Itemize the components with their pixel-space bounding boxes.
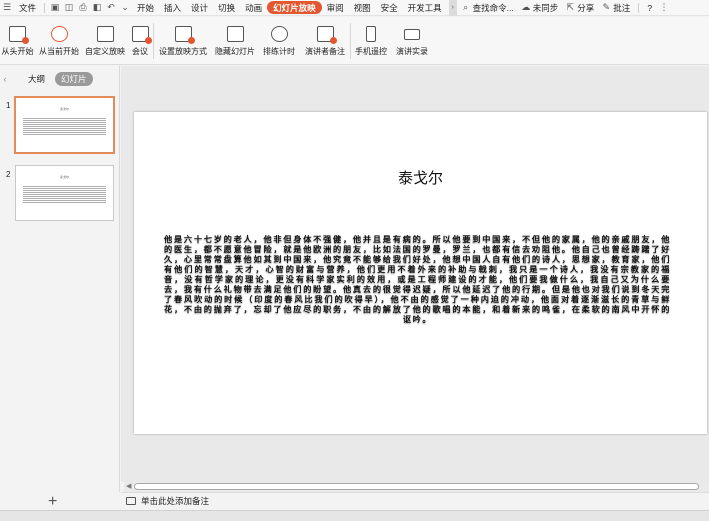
status-bar xyxy=(0,510,709,521)
hide-slide-button[interactable]: 隐藏幻灯片 xyxy=(212,17,258,65)
play-current-label: 从当前开始 xyxy=(39,47,79,56)
hide-slide-label: 隐藏幻灯片 xyxy=(215,47,255,56)
slide-number: 1 xyxy=(6,101,11,110)
setup-show-icon xyxy=(174,26,195,44)
tab-outline[interactable]: 大纲 xyxy=(22,72,51,86)
thumbnail-text xyxy=(23,186,106,203)
play-from-start-label: 从头开始 xyxy=(1,47,34,56)
undo-icon[interactable]: ↶ xyxy=(104,0,118,16)
tab-design[interactable]: 设计 xyxy=(186,0,213,16)
thumbnail-text xyxy=(23,118,106,135)
slide-canvas[interactable]: 泰戈尔 他是六十七岁的老人，他非但身体不强健，他并且是有病的。所以他要到中国来，… xyxy=(134,112,707,434)
collapse-panel-icon[interactable]: ‹ xyxy=(0,74,10,84)
tab-insert[interactable]: 插入 xyxy=(159,0,186,16)
menubar-right: ⌕ 查找命令... ☁ 未同步 ⇱ 分享 ✎ 批注 ? ⋮ xyxy=(459,0,671,16)
notes-pane[interactable]: 单击此处添加备注 xyxy=(121,492,709,509)
tab-transition[interactable]: 切换 xyxy=(213,0,240,16)
scroll-left-icon[interactable]: ◀ xyxy=(126,482,131,490)
help-button[interactable]: ? xyxy=(642,0,657,16)
export-pdf-icon[interactable]: ◫ xyxy=(62,0,76,16)
record-label: 演讲实录 xyxy=(396,47,428,56)
thumbnail-title: 泰戈尔 xyxy=(59,107,69,111)
speaker-notes-label: 演讲者备注 xyxy=(305,47,345,56)
slide-thumbnail-1[interactable]: 泰戈尔 xyxy=(14,96,115,154)
sync-status[interactable]: 未同步 xyxy=(533,0,564,16)
tab-review[interactable]: 审阅 xyxy=(322,0,349,16)
tabs-scroll-right-icon[interactable]: › xyxy=(448,0,457,16)
play-from-start-icon xyxy=(9,26,29,44)
meeting-button[interactable]: 会议 xyxy=(127,17,153,65)
slide-title[interactable]: 泰戈尔 xyxy=(134,167,707,188)
tab-slides[interactable]: 幻灯片 xyxy=(55,72,93,86)
setup-show-button[interactable]: 设置放映方式 xyxy=(154,17,212,65)
share-icon: ⇱ xyxy=(566,2,575,12)
notes-icon xyxy=(126,497,136,505)
add-slide-button[interactable]: + xyxy=(48,493,57,511)
tab-slideshow[interactable]: 幻灯片放映 xyxy=(267,1,322,14)
setup-show-label: 设置放映方式 xyxy=(159,47,207,56)
custom-show-label: 自定义放映 xyxy=(85,47,125,56)
phone-remote-button[interactable]: 手机遥控 xyxy=(351,17,391,65)
rehearse-timing-icon xyxy=(270,26,288,42)
more-options-icon[interactable]: ⋮ xyxy=(657,0,671,16)
save-icon[interactable]: ▣ xyxy=(48,0,62,16)
play-from-start-button[interactable]: 从头开始 xyxy=(0,17,35,65)
more-quick-icon[interactable]: ⌄ xyxy=(118,0,132,16)
rehearse-timing-button[interactable]: 排练计时 xyxy=(258,17,300,65)
rehearse-timing-label: 排练计时 xyxy=(263,47,295,56)
hide-slide-icon xyxy=(226,26,244,42)
cloud-icon: ☁ xyxy=(521,2,531,12)
speaker-notes-icon xyxy=(316,26,337,44)
scrollbar-thumb[interactable] xyxy=(134,483,699,490)
comment-icon: ✎ xyxy=(602,2,611,12)
slide-number: 2 xyxy=(6,170,11,179)
tab-view[interactable]: 视图 xyxy=(349,0,376,16)
play-current-icon xyxy=(50,26,68,42)
menu-bar: ☰ 文件 ▣ ◫ ⎙ ◧ ↶ ⌄ 开始 插入 设计 切换 动画 幻灯片放映 审阅… xyxy=(0,0,709,16)
divider xyxy=(44,2,46,13)
notes-placeholder: 单击此处添加备注 xyxy=(141,496,210,506)
share-button[interactable]: 分享 xyxy=(577,0,599,16)
slide-panel: ‹ 大纲 幻灯片 1 泰戈尔 2 泰戈尔 xyxy=(0,66,120,492)
play-current-button[interactable]: 从当前开始 xyxy=(35,17,83,65)
custom-show-button[interactable]: 自定义放映 xyxy=(83,17,127,65)
meeting-icon xyxy=(131,26,152,44)
print-icon[interactable]: ⎙ xyxy=(76,0,90,16)
horizontal-scrollbar[interactable]: ◀ xyxy=(124,482,709,492)
panel-tabs: ‹ 大纲 幻灯片 xyxy=(0,72,93,86)
slide-thumbnail-2[interactable]: 泰戈尔 xyxy=(15,165,114,221)
slide-body-text[interactable]: 他是六十七岁的老人，他非但身体不强健，他并且是有病的。所以他要到中国来，不但他的… xyxy=(164,234,671,324)
tab-animation[interactable]: 动画 xyxy=(240,0,267,16)
print-preview-icon[interactable]: ◧ xyxy=(90,0,104,16)
search-icon: ⌕ xyxy=(463,2,469,12)
phone-remote-icon xyxy=(366,26,376,42)
ribbon-toolbar: 从头开始 从当前开始 自定义放映 会议 设置放映方式 隐藏幻灯片 排练计时 演讲… xyxy=(0,17,709,65)
tab-developer[interactable]: 开发工具 xyxy=(403,0,447,16)
divider xyxy=(638,2,640,13)
tab-security[interactable]: 安全 xyxy=(376,0,403,16)
phone-remote-label: 手机遥控 xyxy=(355,47,387,56)
custom-show-icon xyxy=(96,26,114,42)
speaker-notes-button[interactable]: 演讲者备注 xyxy=(300,17,350,65)
search-commands[interactable]: 查找命令... xyxy=(473,0,519,16)
tab-start[interactable]: 开始 xyxy=(132,0,159,16)
hamburger-menu-icon[interactable]: ☰ xyxy=(0,0,14,16)
file-menu[interactable]: 文件 xyxy=(14,0,41,16)
meeting-label: 会议 xyxy=(132,47,148,56)
record-icon xyxy=(404,29,420,40)
comment-button[interactable]: 批注 xyxy=(613,0,635,16)
record-button[interactable]: 演讲实录 xyxy=(391,17,433,65)
thumbnail-title: 泰戈尔 xyxy=(59,175,69,179)
